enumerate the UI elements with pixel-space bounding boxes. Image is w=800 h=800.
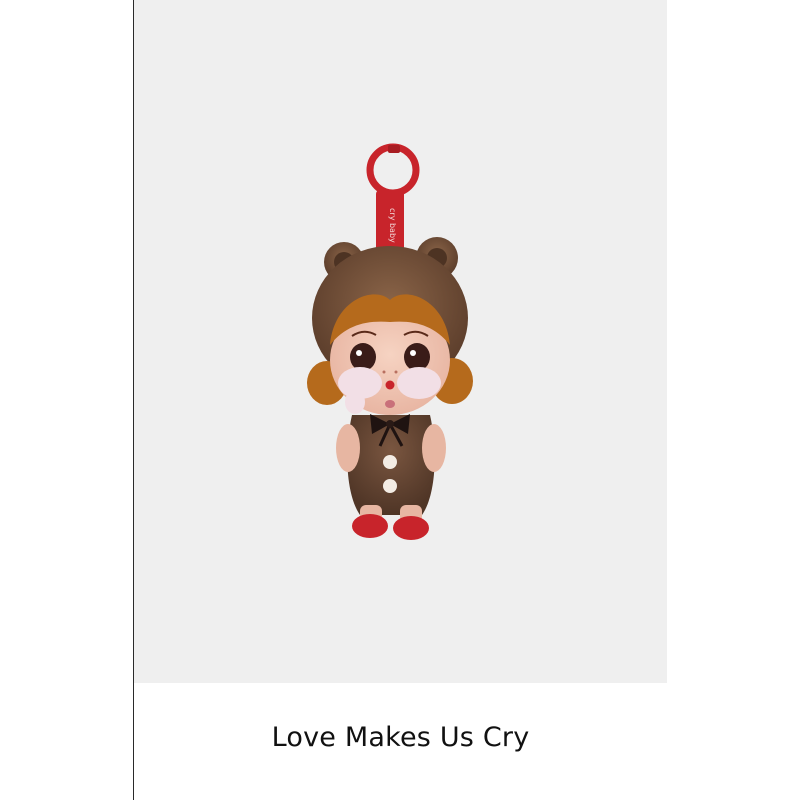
nose: [385, 380, 395, 390]
strap: cry baby: [376, 190, 404, 252]
arm-left: [336, 424, 360, 472]
mouth: [385, 400, 395, 408]
product-photo-panel: cry baby: [134, 0, 667, 683]
shoe-right: [393, 516, 429, 540]
button-bottom: [383, 479, 397, 493]
shoe-left: [352, 514, 388, 538]
caption-title: Love Makes Us Cry: [271, 722, 530, 753]
strap-logo: cry baby: [388, 208, 397, 243]
product-photo: cry baby: [307, 143, 473, 540]
arm-right: [422, 424, 446, 472]
keyring: [366, 143, 420, 197]
button-top: [383, 455, 397, 469]
